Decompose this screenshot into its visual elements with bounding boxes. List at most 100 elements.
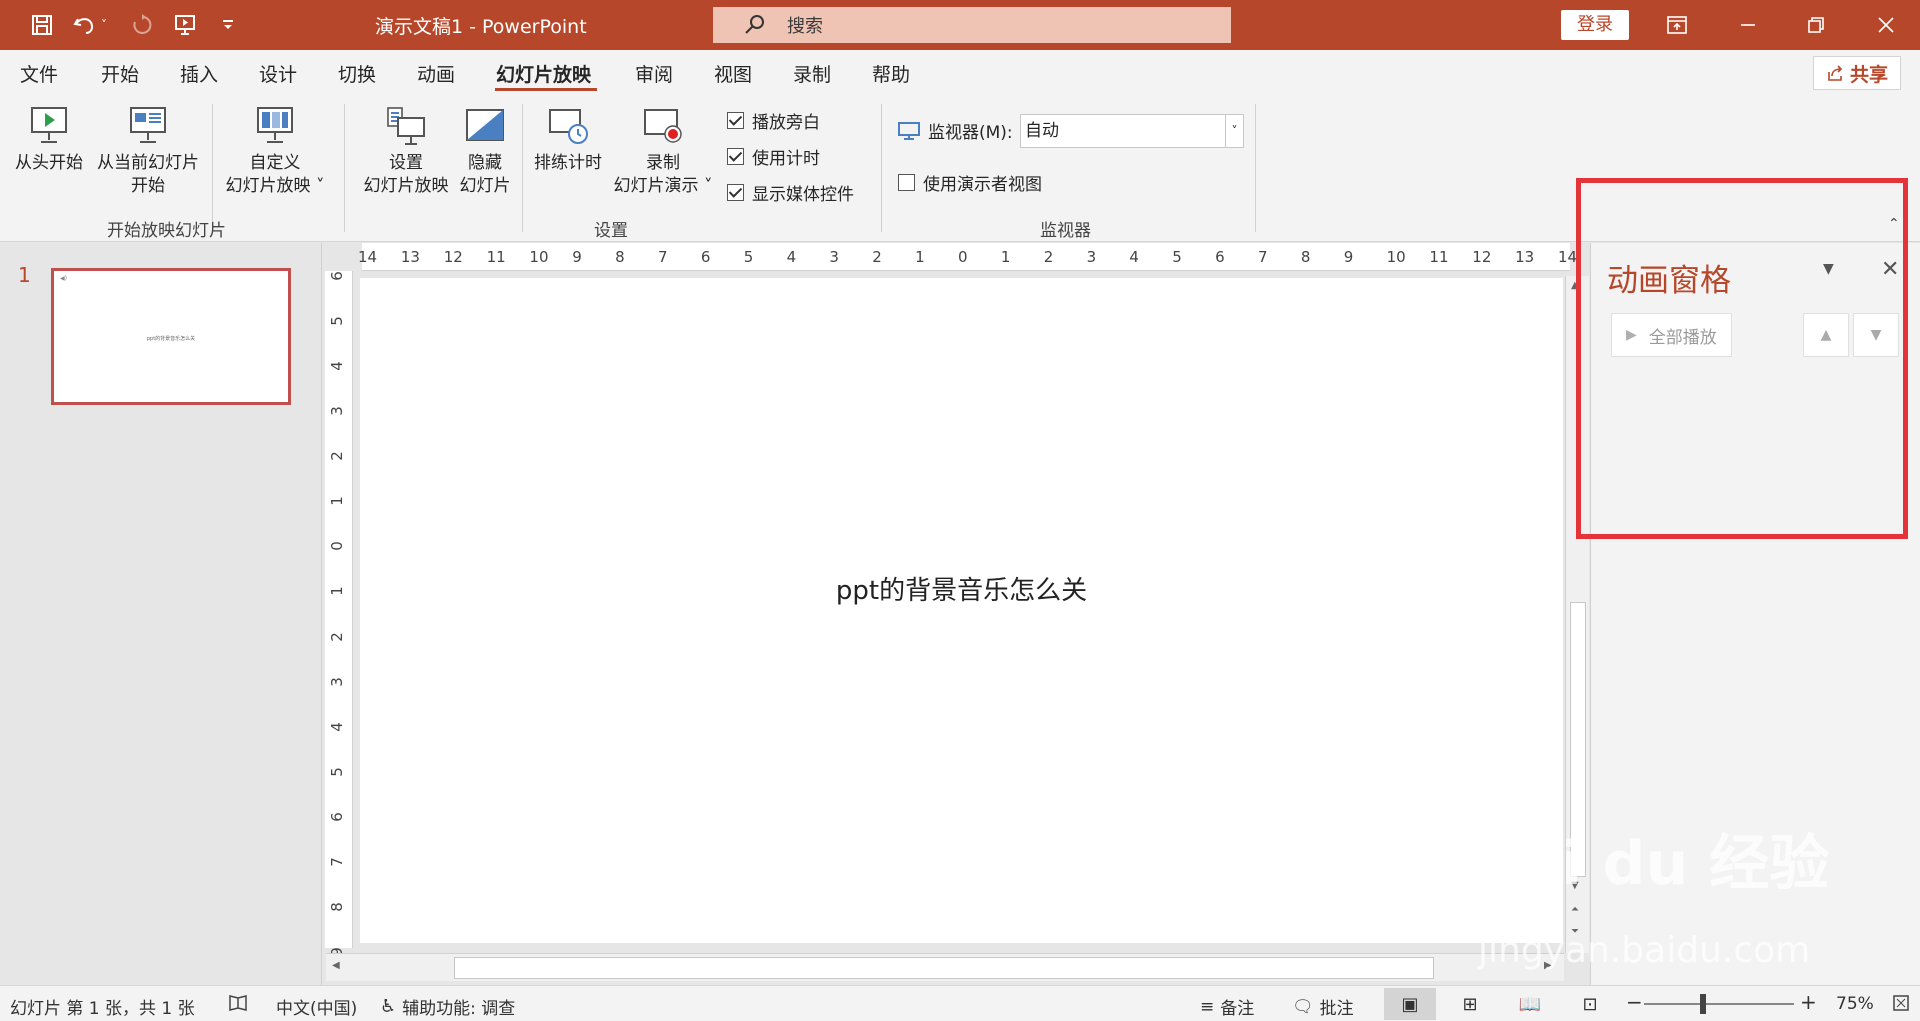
ruler-tick-label: 8	[327, 902, 346, 912]
ruler-tick-label: 0	[958, 248, 968, 266]
record-label-line2: 幻灯片演示 ˅	[613, 176, 713, 196]
tab-design[interactable]: 设计	[259, 60, 297, 87]
notes-button[interactable]: ≡ 备注	[1200, 994, 1254, 1020]
horizontal-scroll-thumb[interactable]	[454, 957, 1434, 979]
ruler-tick-label: 5	[327, 316, 346, 326]
highlight-annotation-box	[1576, 178, 1908, 539]
slide-show-button[interactable]: ⊡	[1564, 988, 1616, 1020]
login-button[interactable]: 登录	[1561, 10, 1629, 40]
ribbon-display-options-icon[interactable]	[1647, 0, 1707, 50]
fit-to-window-icon[interactable]	[1892, 994, 1910, 1012]
minimize-icon[interactable]	[1718, 0, 1778, 50]
tab-animations[interactable]: 动画	[417, 60, 455, 87]
hide-slide-button[interactable]: 隐藏 幻灯片	[456, 104, 514, 198]
slide-thumbnail[interactable]: ◀) ppt的背景音乐怎么关	[51, 268, 291, 405]
tab-review[interactable]: 审阅	[635, 60, 673, 87]
slide-text-box[interactable]: ppt的背景音乐怎么关	[360, 570, 1563, 607]
search-icon	[743, 13, 767, 37]
ruler-tick-label: 9	[572, 248, 582, 266]
slide-canvas[interactable]: ppt的背景音乐怎么关	[360, 278, 1563, 943]
ruler-tick-label: 12	[443, 248, 463, 266]
ribbon-separator	[1255, 104, 1256, 232]
comments-button[interactable]: 🗨 批注	[1292, 994, 1354, 1020]
ruler-tick-label: 2	[872, 248, 882, 266]
undo-dropdown-icon[interactable]: ˅	[96, 10, 112, 40]
share-button[interactable]: 共享	[1813, 56, 1901, 90]
share-label: 共享	[1849, 63, 1888, 86]
play-narrations-checkbox[interactable]: 播放旁白	[727, 108, 820, 133]
show-media-controls-checkbox[interactable]: 显示媒体控件	[727, 180, 854, 205]
ruler-tick-label: 5	[1172, 248, 1182, 266]
search-input[interactable]: 搜索	[713, 7, 1231, 43]
tab-help[interactable]: 帮助	[872, 60, 910, 87]
current-slide-screen-icon	[126, 104, 170, 148]
zoom-out-icon[interactable]: −	[1626, 990, 1643, 1014]
ruler-tick-label: 3	[829, 248, 839, 266]
ruler-tick-label: 1	[327, 586, 346, 597]
ruler-tick-label: 4	[1129, 248, 1139, 266]
set-up-slide-show-button[interactable]: 设置 幻灯片放映	[356, 104, 456, 198]
monitor-icon	[898, 121, 920, 140]
ruler-tick-label: 14	[1558, 248, 1578, 266]
tab-home[interactable]: 开始	[101, 60, 139, 87]
language-indicator[interactable]: 中文(中国)	[276, 994, 357, 1019]
from-beginning-button[interactable]: 从头开始	[12, 104, 86, 175]
ruler-tick-label: 2	[327, 451, 346, 462]
horizontal-ruler: 14 13 12 11 10 9 8 7 6 5 4 3 2 1 0 1 2 3 4 5 6 7 8 9 10 11 12 13 14	[358, 243, 1577, 271]
ruler-tick-label: 6	[700, 248, 711, 266]
zoom-slider-knob[interactable]	[1700, 994, 1706, 1014]
custom-show-icon	[253, 104, 297, 148]
zoom-slider[interactable]	[1644, 1003, 1794, 1005]
record-slide-show-button[interactable]: 录制 幻灯片演示 ˅	[608, 104, 718, 198]
setup-show-icon	[384, 104, 428, 148]
restore-icon[interactable]	[1786, 0, 1846, 50]
ruler-tick-label: 1	[327, 496, 346, 507]
rehearse-timings-button[interactable]: 排练计时	[528, 104, 608, 175]
reading-view-button[interactable]: 📖	[1504, 988, 1556, 1020]
previous-slide-icon[interactable]: ⏶	[1571, 904, 1579, 915]
ruler-tick-label: 9	[1343, 248, 1354, 266]
ruler-tick-label: 10	[529, 248, 549, 266]
ruler-tick-label: 11	[1429, 248, 1449, 266]
slide-number: 1	[18, 263, 31, 287]
tab-slide-show[interactable]: 幻灯片放映	[496, 60, 591, 87]
checkbox-unchecked-icon	[898, 174, 915, 191]
customize-icon[interactable]	[213, 10, 243, 40]
normal-view-button[interactable]: ▣	[1384, 988, 1436, 1020]
close-icon[interactable]	[1856, 0, 1916, 50]
tab-file[interactable]: 文件	[20, 60, 58, 87]
chevron-down-icon: ˅	[1225, 115, 1243, 147]
ruler-tick-label: 13	[400, 248, 420, 266]
ruler-tick-label: 7	[327, 857, 346, 867]
zoom-level[interactable]: 75%	[1836, 994, 1874, 1014]
tab-view[interactable]: 视图	[714, 60, 752, 87]
scroll-left-icon[interactable]: ◀	[332, 960, 340, 971]
checkbox-checked-icon	[727, 184, 744, 201]
record-icon	[641, 104, 685, 148]
present-from-start-icon[interactable]	[170, 10, 200, 40]
redo-icon[interactable]	[127, 10, 157, 40]
ruler-tick-label: 6	[1215, 248, 1225, 266]
play-narrations-label: 播放旁白	[752, 113, 820, 133]
tab-record[interactable]: 录制	[793, 60, 831, 87]
window-title: 演示文稿1 - PowerPoint	[375, 16, 587, 38]
tab-transitions[interactable]: 切换	[338, 60, 376, 87]
accessibility-status[interactable]: ♿ 辅助功能: 调查	[380, 994, 515, 1019]
use-timings-checkbox[interactable]: 使用计时	[727, 144, 820, 169]
spell-check-icon[interactable]	[228, 994, 248, 1012]
horizontal-scrollbar[interactable]: ◀ ▶	[326, 953, 1564, 981]
audio-icon: ◀)	[60, 275, 67, 282]
monitor-select[interactable]: 自动 ˅	[1020, 114, 1244, 148]
ribbon-separator	[212, 104, 213, 232]
setup-group-label: 设置	[594, 221, 628, 241]
zoom-in-icon[interactable]: +	[1800, 990, 1817, 1014]
tab-insert[interactable]: 插入	[180, 60, 218, 87]
reading-view-icon: 📖	[1518, 993, 1542, 1015]
presenter-view-checkbox[interactable]: 使用演示者视图	[898, 170, 1042, 195]
monitor-label: 监视器(M):	[928, 123, 1013, 143]
custom-slide-show-button[interactable]: 自定义 幻灯片放映 ˅	[218, 104, 332, 198]
slide-sorter-button[interactable]: ⊞	[1444, 988, 1496, 1020]
save-icon[interactable]	[27, 10, 57, 40]
from-current-slide-button[interactable]: 从当前幻灯片 开始	[92, 104, 204, 198]
slide-thumbnail-text: ppt的背景音乐怎么关	[146, 336, 196, 342]
